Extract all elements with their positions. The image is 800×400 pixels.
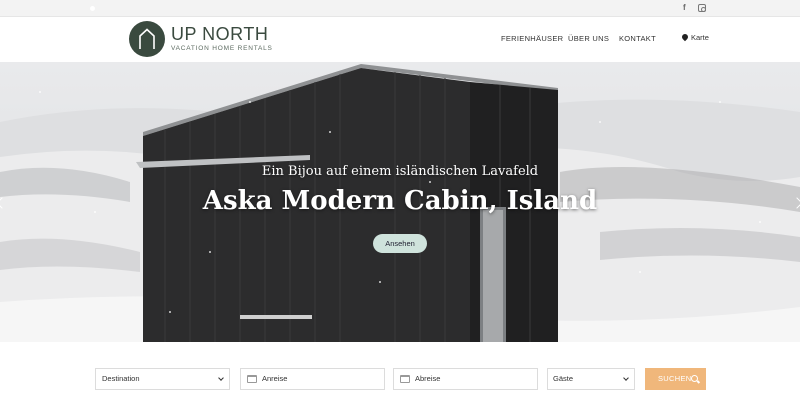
booking-search-bar: Destination Anreise Abreise Gäste SUCHEN	[0, 342, 800, 400]
nav-kontakt[interactable]: KONTAKT	[619, 34, 656, 44]
nav-ueber-uns[interactable]: ÜBER UNS	[568, 34, 609, 44]
hero-title: Aska Modern Cabin, Island	[202, 186, 598, 216]
hero-slider: Ein Bijou auf einem isländischen Lavafel…	[0, 62, 800, 342]
facebook-icon[interactable]: f	[683, 3, 686, 13]
search-button-label: SUCHEN	[658, 374, 692, 383]
topbar-dot	[90, 6, 95, 11]
calendar-icon	[400, 375, 410, 383]
calendar-icon	[247, 375, 257, 383]
guests-select[interactable]: Gäste	[547, 368, 635, 390]
arrival-placeholder: Anreise	[262, 374, 288, 383]
site-header: UP NORTH VACATION HOME RENTALS FERIENHÄU…	[0, 17, 800, 62]
chevron-down-icon	[218, 375, 224, 381]
search-button[interactable]: SUCHEN	[645, 368, 706, 390]
nav-ferienhaeuser[interactable]: FERIENHÄUSER	[501, 34, 563, 44]
view-button[interactable]: Ansehen	[373, 234, 427, 253]
house-outline-icon[interactable]	[129, 21, 165, 57]
map-pin-icon	[680, 32, 690, 42]
map-link-label: Karte	[691, 33, 709, 42]
brand-tagline: VACATION HOME RENTALS	[171, 45, 273, 52]
departure-placeholder: Abreise	[415, 374, 441, 383]
guests-value: Gäste	[553, 374, 574, 383]
map-link[interactable]: Karte	[680, 32, 709, 43]
destination-value: Destination	[102, 374, 140, 383]
destination-select[interactable]: Destination	[95, 368, 230, 390]
top-utility-bar: f	[0, 0, 800, 17]
instagram-icon[interactable]	[698, 4, 706, 12]
arrival-date-input[interactable]: Anreise	[240, 368, 385, 390]
chevron-down-icon	[623, 375, 629, 381]
hero-subtitle: Ein Bijou auf einem isländischen Lavafel…	[261, 164, 539, 179]
search-icon	[691, 375, 698, 382]
brand-name[interactable]: UP NORTH	[171, 25, 268, 43]
departure-date-input[interactable]: Abreise	[393, 368, 538, 390]
